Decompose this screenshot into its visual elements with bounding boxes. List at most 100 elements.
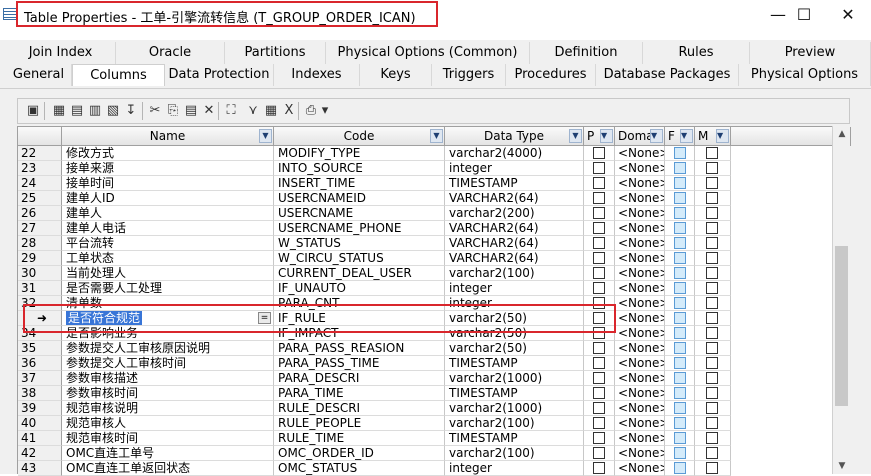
domain-cell[interactable]: <None> — [615, 401, 665, 416]
code-cell[interactable]: INTO_SOURCE — [274, 161, 445, 176]
code-cell[interactable]: PARA_PASS_TIME — [274, 356, 445, 371]
name-cell[interactable]: 是否符合规范 = — [62, 311, 274, 326]
name-filter-dropdown-icon[interactable]: ▼ — [259, 129, 272, 143]
code-cell[interactable]: USERCNAME_PHONE — [274, 221, 445, 236]
domain-cell[interactable]: <None> — [615, 206, 665, 221]
mandatory-checkbox[interactable] — [706, 222, 718, 234]
data-type-cell[interactable]: VARCHAR2(64) — [445, 251, 584, 266]
find-binoculars-icon[interactable]: ⛶ — [222, 102, 240, 120]
scroll-down-icon[interactable]: ▼ — [836, 460, 848, 472]
primary-checkbox[interactable] — [593, 147, 605, 159]
mandatory-checkbox[interactable] — [706, 162, 718, 174]
code-cell[interactable]: PARA_DESCRI — [274, 371, 445, 386]
name-cell[interactable]: 工单状态 — [62, 251, 274, 266]
name-cell[interactable]: 修改方式 — [62, 146, 274, 161]
dropdown-icon[interactable]: ▾ — [320, 102, 330, 120]
header-mandatory[interactable]: M ▼ — [695, 127, 731, 146]
domain-cell[interactable]: <None> — [615, 431, 665, 446]
primary-checkbox[interactable] — [593, 357, 605, 369]
tab-preview[interactable]: Preview — [750, 42, 871, 64]
filter-icon[interactable]: ⋎ — [244, 102, 262, 120]
foreign-checkbox[interactable] — [674, 372, 686, 384]
domain-cell[interactable]: <None> — [615, 356, 665, 371]
foreign-filter-dropdown-icon[interactable]: ▼ — [680, 129, 693, 143]
tab-physical-options-common[interactable]: Physical Options (Common) — [326, 42, 530, 64]
table-row[interactable]: ➜ 是否符合规范 = IF_RULE varchar2(50) <None> — [18, 311, 851, 326]
foreign-checkbox[interactable] — [674, 327, 686, 339]
mandatory-checkbox[interactable] — [706, 177, 718, 189]
primary-checkbox[interactable] — [593, 252, 605, 264]
table-row[interactable]: 38 参数审核时间 PARA_TIME TIMESTAMP <None> — [18, 386, 851, 401]
primary-checkbox[interactable] — [593, 387, 605, 399]
code-cell[interactable]: USERCNAMEID — [274, 191, 445, 206]
mandatory-checkbox[interactable] — [706, 297, 718, 309]
vertical-scrollbar[interactable]: ▲ ▼ — [832, 126, 850, 474]
data-type-cell[interactable]: varchar2(50) — [445, 326, 584, 341]
tab-triggers[interactable]: Triggers — [432, 64, 506, 86]
code-cell[interactable]: PARA_CNT — [274, 296, 445, 311]
foreign-checkbox[interactable] — [674, 162, 686, 174]
table-row[interactable]: 29 工单状态 W_CIRCU_STATUS VARCHAR2(64) <None> — [18, 251, 851, 266]
data-type-cell[interactable]: varchar2(1000) — [445, 401, 584, 416]
header-name[interactable]: Name ▼ — [62, 127, 274, 146]
mandatory-checkbox[interactable] — [706, 462, 718, 474]
primary-checkbox[interactable] — [593, 342, 605, 354]
domain-cell[interactable]: <None> — [615, 326, 665, 341]
foreign-checkbox[interactable] — [674, 237, 686, 249]
mandatory-checkbox[interactable] — [706, 342, 718, 354]
mandatory-checkbox[interactable] — [706, 192, 718, 204]
domain-cell[interactable]: <None> — [615, 266, 665, 281]
foreign-checkbox[interactable] — [674, 432, 686, 444]
domain-cell[interactable]: <None> — [615, 176, 665, 191]
name-cell[interactable]: 参数审核描述 — [62, 371, 274, 386]
foreign-checkbox[interactable] — [674, 387, 686, 399]
table-row[interactable]: 22 修改方式 MODIFY_TYPE varchar2(4000) <None> — [18, 146, 851, 161]
delete-icon[interactable]: ✕ — [200, 102, 218, 120]
data-type-cell[interactable]: TIMESTAMP — [445, 356, 584, 371]
data-type-cell[interactable]: integer — [445, 296, 584, 311]
foreign-checkbox[interactable] — [674, 312, 686, 324]
domain-cell[interactable]: <None> — [615, 251, 665, 266]
table-row[interactable]: 34 是否影响业务 IF_IMPACT varchar2(50) <None> — [18, 326, 851, 341]
mandatory-checkbox[interactable] — [706, 372, 718, 384]
table-row[interactable]: 30 当前处理人 CURRENT_DEAL_USER varchar2(100) <No… — [18, 266, 851, 281]
mandatory-checkbox[interactable] — [706, 252, 718, 264]
table-row[interactable]: 23 接单来源 INTO_SOURCE integer <None> — [18, 161, 851, 176]
name-cell[interactable]: 接单来源 — [62, 161, 274, 176]
maximize-button[interactable]: ☐ — [789, 4, 819, 26]
data-type-cell[interactable]: varchar2(100) — [445, 416, 584, 431]
primary-checkbox[interactable] — [593, 297, 605, 309]
foreign-checkbox[interactable] — [674, 252, 686, 264]
tab-database-packages[interactable]: Database Packages — [596, 64, 739, 86]
table-row[interactable]: 26 建单人 USERCNAME varchar2(200) <None> — [18, 206, 851, 221]
tab-data-protection[interactable]: Data Protection — [165, 64, 274, 86]
foreign-checkbox[interactable] — [674, 192, 686, 204]
add-row-icon[interactable]: ▦ — [50, 102, 68, 120]
data-type-cell[interactable]: varchar2(100) — [445, 266, 584, 281]
data-type-cell[interactable]: varchar2(200) — [445, 206, 584, 221]
domain-filter-dropdown-icon[interactable]: ▼ — [650, 129, 663, 143]
table-row[interactable]: 40 规范审核人 RULE_PEOPLE varchar2(100) <None> — [18, 416, 851, 431]
name-cell[interactable]: 建单人 — [62, 206, 274, 221]
mandatory-checkbox[interactable] — [706, 387, 718, 399]
name-cell[interactable]: 接单时间 — [62, 176, 274, 191]
table-row[interactable]: 27 建单人电话 USERCNAME_PHONE VARCHAR2(64) <None> — [18, 221, 851, 236]
code-cell[interactable]: RULE_TIME — [274, 431, 445, 446]
code-cell[interactable]: IF_IMPACT — [274, 326, 445, 341]
tab-indexes[interactable]: Indexes — [274, 64, 360, 86]
code-cell[interactable]: PARA_TIME — [274, 386, 445, 401]
name-cell[interactable]: 是否需要人工处理 — [62, 281, 274, 296]
code-cell[interactable]: MODIFY_TYPE — [274, 146, 445, 161]
scrollbar-thumb[interactable] — [835, 246, 848, 406]
table-row[interactable]: 31 是否需要人工处理 IF_UNAUTO integer <None> — [18, 281, 851, 296]
tab-general[interactable]: General — [6, 64, 72, 86]
foreign-checkbox[interactable] — [674, 447, 686, 459]
data-type-cell[interactable]: VARCHAR2(64) — [445, 236, 584, 251]
edit-ellipsis-button[interactable]: = — [258, 312, 271, 324]
primary-checkbox[interactable] — [593, 447, 605, 459]
code-cell[interactable]: CURRENT_DEAL_USER — [274, 266, 445, 281]
add-columns-icon[interactable]: ▥ — [86, 102, 104, 120]
tab-physical-options[interactable]: Physical Options — [739, 64, 871, 86]
data-type-cell[interactable]: varchar2(4000) — [445, 146, 584, 161]
foreign-checkbox[interactable] — [674, 222, 686, 234]
